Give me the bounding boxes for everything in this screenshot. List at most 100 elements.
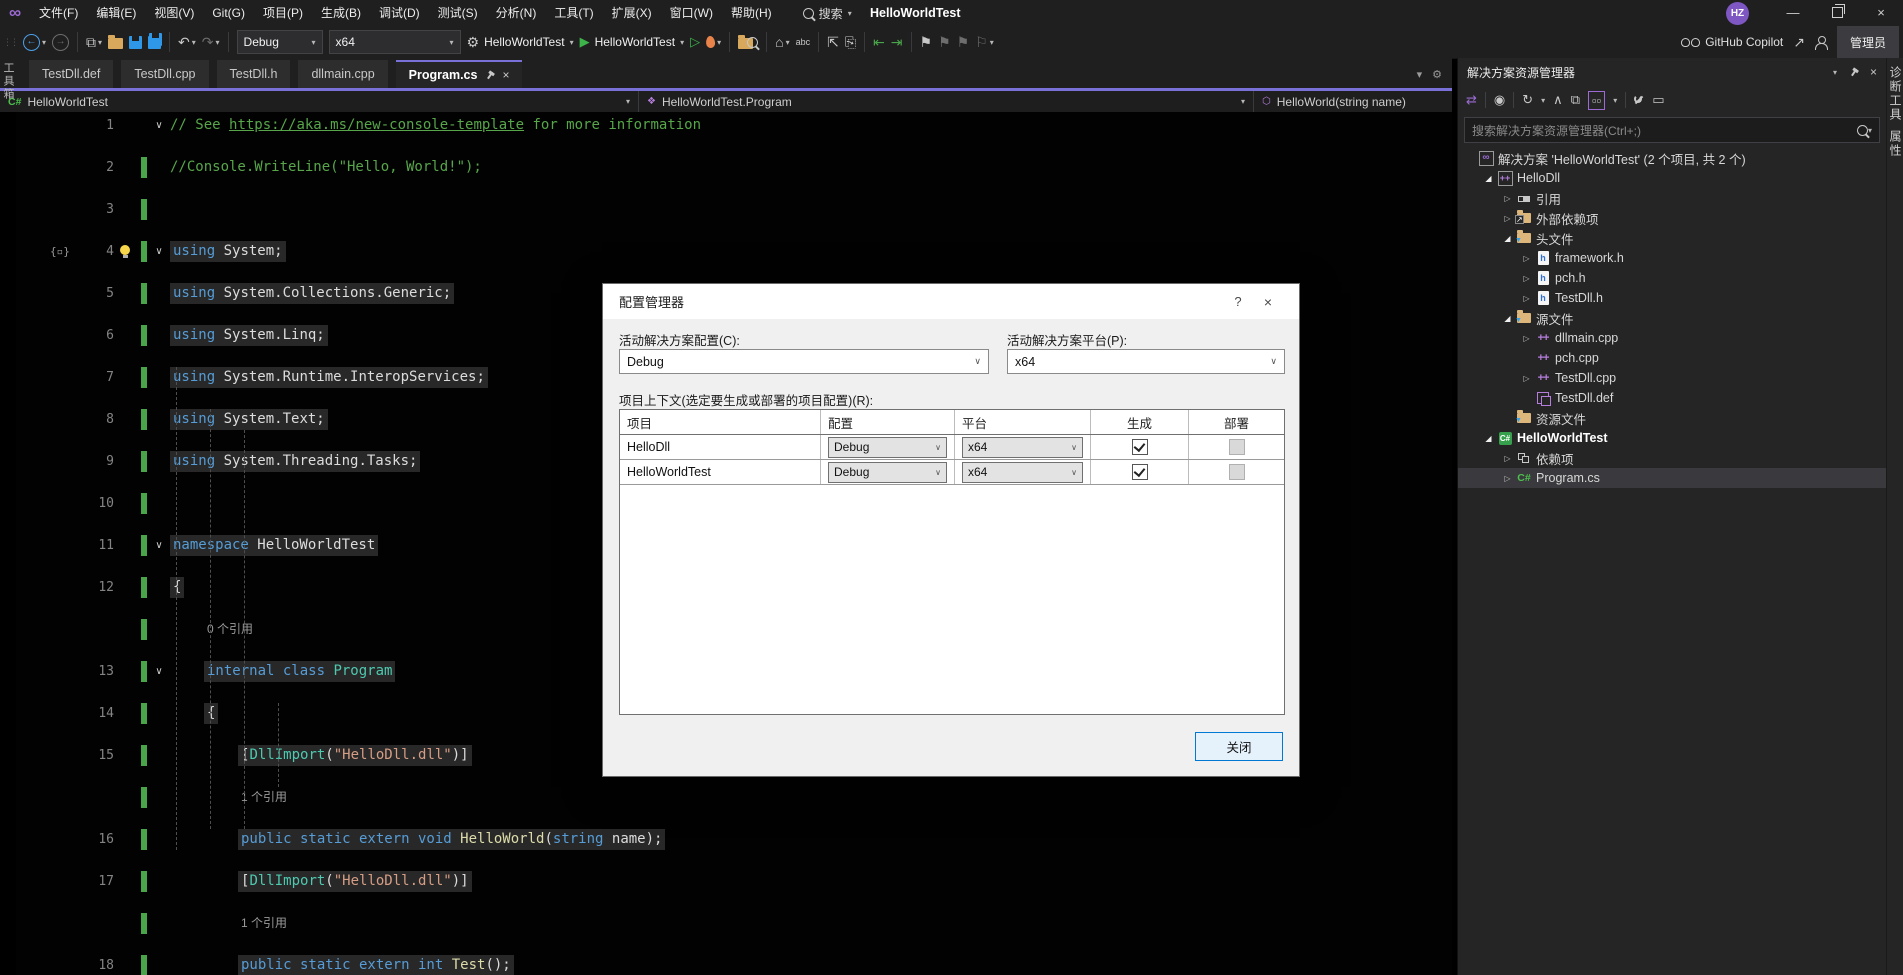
new-item-icon[interactable]: ▭: [1652, 92, 1664, 108]
active-platform-combo[interactable]: x64∨: [1007, 349, 1285, 374]
solution-config-combo[interactable]: Debug▾: [237, 30, 323, 54]
preview-icon[interactable]: ◉: [1494, 92, 1505, 108]
close-button[interactable]: ×: [1859, 0, 1903, 26]
start-debugging-button[interactable]: ▶ HelloWorldTest▾: [577, 29, 688, 55]
row-0-config-combo[interactable]: Debug∨: [828, 437, 947, 458]
new-project-button[interactable]: ⧉▾: [83, 29, 105, 55]
next-bookmark-button[interactable]: ⚑: [954, 29, 973, 55]
breadcrumb-type[interactable]: ❖ HelloWorldTest.Program ▾: [639, 91, 1254, 112]
collapse-all-icon[interactable]: ∧: [1553, 92, 1563, 108]
hot-reload-button[interactable]: ▾: [703, 29, 724, 55]
code-line[interactable]: //Console.WriteLine("Hello, World!");: [170, 157, 482, 178]
select-mode-button[interactable]: ⇱: [824, 29, 842, 55]
code-line[interactable]: internal class Program: [204, 661, 395, 682]
tree-item-头文件[interactable]: ◢头文件: [1458, 228, 1886, 248]
menu-item-7[interactable]: 测试(S): [429, 0, 487, 26]
pin-icon[interactable]: [484, 69, 497, 82]
fold-chevron-icon[interactable]: ∨: [149, 535, 169, 556]
active-config-combo[interactable]: Debug∨: [619, 349, 989, 374]
solution-search-input[interactable]: 搜索解决方案资源管理器(Ctrl+;) ▾: [1464, 117, 1880, 143]
menu-item-12[interactable]: 帮助(H): [722, 0, 781, 26]
indent-decrease-button[interactable]: ⇤: [870, 29, 888, 55]
start-without-debugging-button[interactable]: ▷: [687, 29, 703, 55]
collapsed-arrow-icon[interactable]: ▷: [1519, 254, 1534, 263]
code-line[interactable]: namespace HelloWorldTest: [170, 535, 378, 556]
build-checkbox[interactable]: [1132, 464, 1148, 480]
collapsed-arrow-icon[interactable]: ▷: [1519, 294, 1534, 303]
share-icon[interactable]: ↗: [1793, 34, 1805, 51]
deploy-checkbox[interactable]: [1229, 439, 1245, 455]
tree-item-解决方案 'HelloWorldTest' (2 个项目, 共 2 个)[interactable]: ∞解决方案 'HelloWorldTest' (2 个项目, 共 2 个): [1458, 148, 1886, 168]
save-button[interactable]: [126, 29, 145, 55]
navigate-forward-button[interactable]: →: [49, 29, 72, 55]
indent-increase-button[interactable]: ⇥: [888, 29, 906, 55]
github-copilot-button[interactable]: GitHub Copilot: [1681, 35, 1783, 49]
code-line[interactable]: {: [204, 703, 218, 724]
tab-close-icon[interactable]: ×: [502, 68, 509, 82]
menu-item-5[interactable]: 生成(B): [312, 0, 370, 26]
collapsed-arrow-icon[interactable]: ▷: [1500, 194, 1515, 203]
codelens-references[interactable]: 0 个引用: [207, 619, 253, 640]
code-line[interactable]: public static extern int Test();: [238, 955, 514, 975]
expanded-arrow-icon[interactable]: ◢: [1481, 174, 1496, 183]
code-line[interactable]: using System;: [170, 241, 286, 262]
vertical-tab-属性[interactable]: 属性: [1887, 130, 1903, 158]
properties-wrench-icon[interactable]: [1634, 95, 1644, 105]
undo-button[interactable]: ↶▾: [175, 29, 199, 55]
row-1-config-combo[interactable]: Debug∨: [828, 462, 947, 483]
open-file-button[interactable]: [105, 29, 126, 55]
tree-item-外部依赖项[interactable]: ▷外部依赖项: [1458, 208, 1886, 228]
row-0-platform-combo[interactable]: x64∨: [962, 437, 1083, 458]
navigate-back-button[interactable]: ←▾: [20, 29, 49, 55]
clear-bookmarks-button[interactable]: ⚐▾: [972, 29, 997, 55]
pin-icon[interactable]: [1847, 66, 1860, 79]
codelens-references[interactable]: 1 个引用: [241, 787, 287, 808]
pending-changes-filter-icon[interactable]: ↻: [1522, 92, 1533, 108]
row-1-platform-combo[interactable]: x64∨: [962, 462, 1083, 483]
dialog-title-bar[interactable]: 配置管理器 ? ×: [603, 284, 1299, 319]
tab-TestDll.def[interactable]: TestDll.def: [29, 60, 113, 88]
code-line[interactable]: {: [170, 577, 184, 598]
expanded-arrow-icon[interactable]: ◢: [1500, 234, 1515, 243]
tree-item-TestDll.cpp[interactable]: ▷++TestDll.cpp: [1458, 368, 1886, 388]
expanded-arrow-icon[interactable]: ◢: [1500, 314, 1515, 323]
dialog-close-icon[interactable]: ×: [1253, 294, 1283, 310]
tree-item-依赖项[interactable]: ▷依赖项: [1458, 448, 1886, 468]
menu-item-4[interactable]: 项目(P): [254, 0, 312, 26]
switch-views-icon[interactable]: ⇄: [1466, 92, 1477, 108]
bookmark-button[interactable]: ⚑: [917, 29, 936, 55]
tree-item-pch.cpp[interactable]: ++pch.cpp: [1458, 348, 1886, 368]
collapsed-arrow-icon[interactable]: ▷: [1500, 214, 1515, 223]
tree-item-源文件[interactable]: ◢源文件: [1458, 308, 1886, 328]
solution-explorer-header[interactable]: 解决方案资源管理器 ▾ ×: [1458, 58, 1886, 86]
menu-item-0[interactable]: 文件(F): [30, 0, 87, 26]
tree-item-pch.h[interactable]: ▷hpch.h: [1458, 268, 1886, 288]
redo-button[interactable]: ↷▾: [199, 29, 223, 55]
tree-item-资源文件[interactable]: 资源文件: [1458, 408, 1886, 428]
fold-chevron-icon[interactable]: ∨: [149, 661, 169, 682]
menu-item-6[interactable]: 调试(D): [370, 0, 429, 26]
lightbulb-icon[interactable]: [120, 245, 130, 255]
code-line[interactable]: public static extern void HelloWorld(str…: [238, 829, 665, 850]
collapsed-arrow-icon[interactable]: ▷: [1519, 334, 1534, 343]
dialog-help-button[interactable]: ?: [1223, 294, 1253, 309]
save-all-button[interactable]: [145, 29, 164, 55]
code-line[interactable]: using System.Text;: [170, 409, 328, 430]
collapsed-arrow-icon[interactable]: ▷: [1500, 454, 1515, 463]
code-line[interactable]: using System.Runtime.InteropServices;: [170, 367, 488, 388]
navigate-home-button[interactable]: ⌂▾: [772, 29, 792, 55]
collapsed-arrow-icon[interactable]: ▷: [1500, 474, 1515, 483]
minimize-button[interactable]: —: [1771, 0, 1815, 26]
tree-item-HelloWorldTest[interactable]: ◢C#HelloWorldTest: [1458, 428, 1886, 448]
code-line[interactable]: [DllImport("HelloDll.dll")]: [238, 871, 472, 892]
prev-bookmark-button[interactable]: ⚑: [935, 29, 954, 55]
expanded-arrow-icon[interactable]: ◢: [1481, 434, 1496, 443]
vertical-tab-诊断工具[interactable]: 诊断工具: [1887, 66, 1903, 122]
deploy-checkbox[interactable]: [1229, 464, 1245, 480]
menu-item-9[interactable]: 工具(T): [545, 0, 602, 26]
tab-TestDll.cpp[interactable]: TestDll.cpp: [121, 60, 208, 88]
find-in-files-button[interactable]: [735, 29, 761, 55]
code-line[interactable]: using System.Threading.Tasks;: [170, 451, 420, 472]
tree-item-dllmain.cpp[interactable]: ▷++dllmain.cpp: [1458, 328, 1886, 348]
window-layout-icon[interactable]: ⚙: [1432, 68, 1442, 81]
